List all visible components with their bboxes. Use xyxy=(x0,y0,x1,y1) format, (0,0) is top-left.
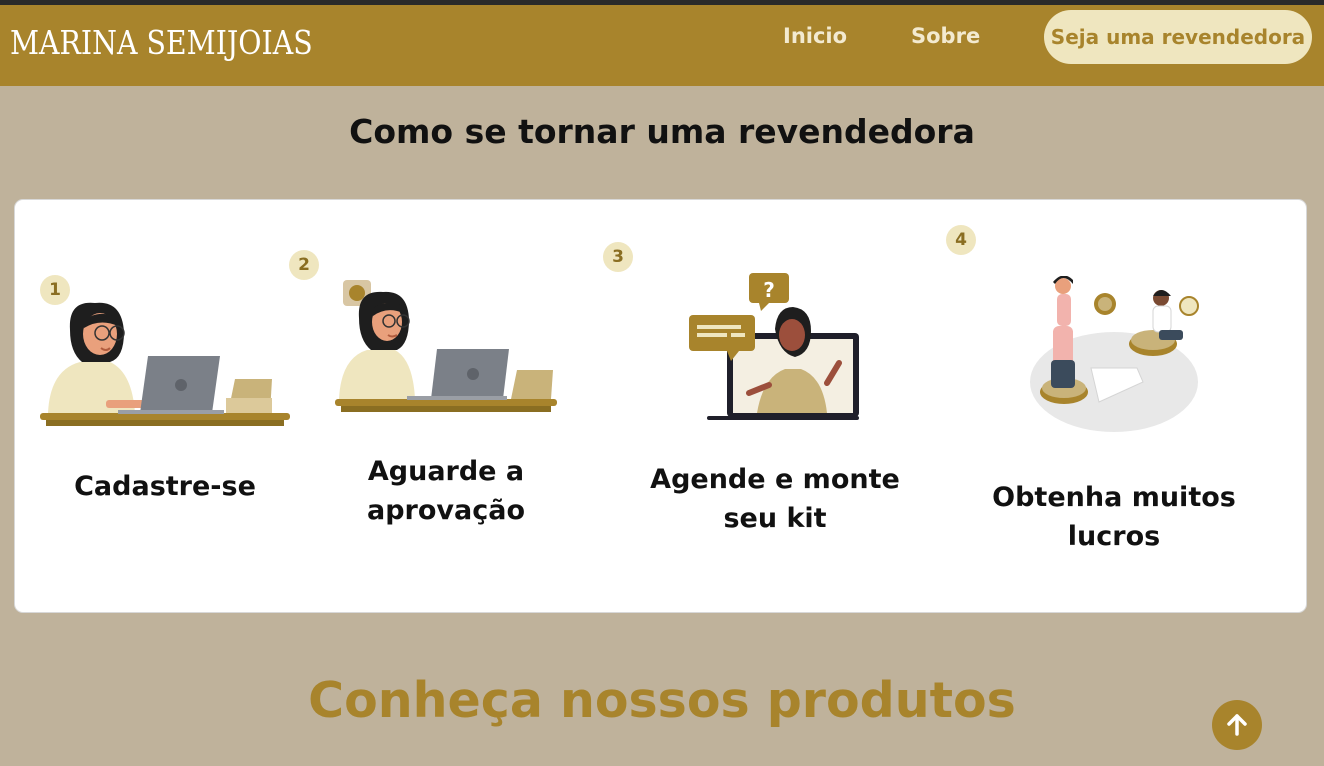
step-label-4: Obtenha muitos lucros xyxy=(992,482,1236,552)
woman-at-laptop-illustration xyxy=(40,302,290,426)
svg-text:?: ? xyxy=(763,278,775,302)
become-reseller-button[interactable]: Seja uma revendedora xyxy=(1044,10,1312,64)
products-title: Conheça nossos produtos xyxy=(308,672,1016,729)
site-logo[interactable]: MARINA SEMIJOIAS xyxy=(10,23,313,62)
arrow-up-icon xyxy=(1227,714,1247,736)
steps-card: 1 Cadastre-se 2 Aguarde a aprovação 3 ? … xyxy=(14,199,1307,613)
step-number-4: 4 xyxy=(946,225,976,255)
people-with-coins-illustration xyxy=(1030,276,1199,432)
site-header: MARINA SEMIJOIAS Inicio Sobre Seja uma r… xyxy=(0,5,1324,86)
nav-link-inicio[interactable]: Inicio xyxy=(783,24,847,48)
how-to-title: Como se tornar uma revendedora xyxy=(349,112,975,151)
video-call-support-illustration: ? xyxy=(689,273,859,420)
step-label-1: Cadastre-se xyxy=(74,471,256,502)
step-label-2: Aguarde a aprovação xyxy=(366,456,525,526)
scroll-to-top-button[interactable] xyxy=(1212,700,1262,750)
step-number-3: 3 xyxy=(603,242,633,272)
woman-waiting-at-laptop-illustration xyxy=(335,280,557,412)
step-label-3: Agende e monte seu kit xyxy=(650,464,900,534)
step-number-2: 2 xyxy=(289,250,319,280)
nav-link-sobre[interactable]: Sobre xyxy=(911,24,980,48)
